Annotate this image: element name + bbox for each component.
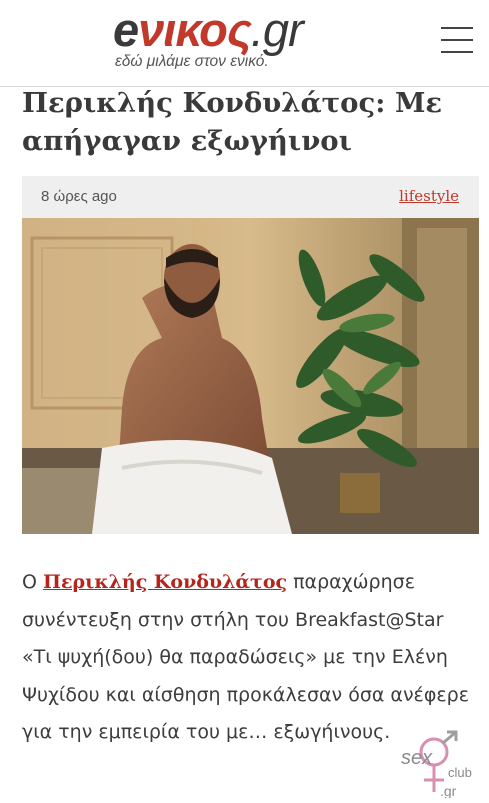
menu-line bbox=[441, 39, 473, 41]
article-title: Περικλής Κονδυλάτος: Με απήγαγαν εξωγήιν… bbox=[22, 87, 443, 157]
publish-time: 8 ώρες ago bbox=[41, 188, 117, 205]
badge-gr: .gr bbox=[440, 783, 457, 798]
site-header: eνικος.gr εδώ μιλάμε στον ενικό. bbox=[0, 0, 489, 87]
sexclub-watermark: sex club .gr bbox=[398, 730, 478, 799]
hamburger-menu-icon[interactable] bbox=[441, 27, 473, 53]
logo-wordmark: eνικος.gr bbox=[113, 3, 304, 56]
person-link[interactable]: Περικλής Κονδυλάτος bbox=[43, 571, 287, 593]
menu-line bbox=[441, 27, 473, 29]
body-text-rest: παραχώρησε συνέντευξη στην στήλη του Bre… bbox=[22, 571, 469, 743]
badge-sex: sex bbox=[401, 747, 433, 769]
body-intro: Ο bbox=[22, 571, 43, 593]
logo-gr: .gr bbox=[250, 3, 304, 56]
article-meta-bar: 8 ώρες ago lifestyle bbox=[22, 176, 479, 218]
category-link[interactable]: lifestyle bbox=[399, 187, 459, 205]
article-photo bbox=[22, 218, 479, 534]
badge-club: club bbox=[448, 765, 472, 780]
logo-letter-e: e bbox=[113, 3, 139, 56]
site-logo[interactable]: eνικος.gr εδώ μιλάμε στον ενικό. bbox=[113, 4, 388, 74]
article-body: Ο Περικλής Κονδυλάτος παραχώρησε συνέντε… bbox=[22, 564, 472, 752]
logo-nikos: νικος bbox=[138, 3, 252, 56]
menu-line bbox=[441, 51, 473, 53]
site-tagline: εδώ μιλάμε στον ενικό. bbox=[115, 53, 269, 70]
